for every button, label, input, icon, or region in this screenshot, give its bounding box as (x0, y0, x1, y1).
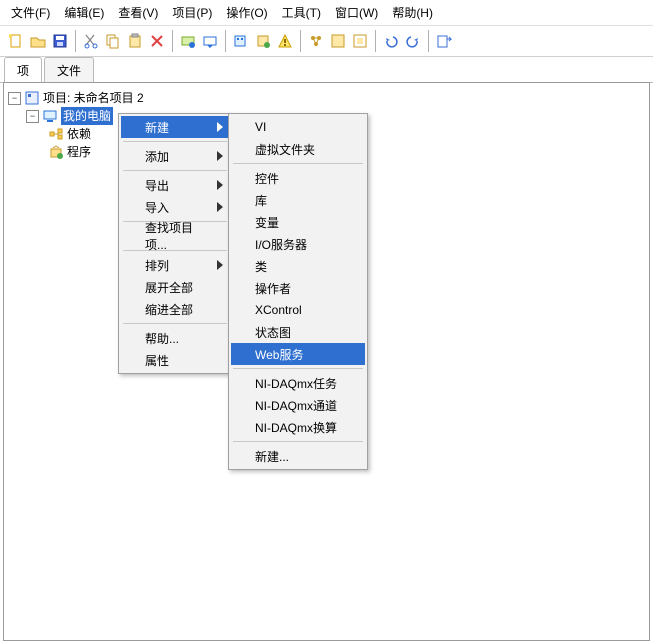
toolbar-btn-b[interactable] (200, 31, 220, 51)
menu-item[interactable]: 新建... (231, 445, 365, 467)
menu-bar: 文件(F) 编辑(E) 查看(V) 项目(P) 操作(O) 工具(T) 窗口(W… (0, 0, 653, 26)
menu-item[interactable]: 缩进全部 (121, 298, 229, 320)
delete-icon[interactable] (147, 31, 167, 51)
menu-item[interactable]: I/O服务器 (231, 233, 365, 255)
menu-project[interactable]: 项目(P) (165, 2, 219, 23)
warning-icon[interactable] (275, 31, 295, 51)
menu-item[interactable]: 变量 (231, 211, 365, 233)
menu-item[interactable]: 排列 (121, 254, 229, 276)
tree-root[interactable]: − 项目: 未命名项目 2 (8, 89, 645, 107)
menu-item[interactable]: 展开全部 (121, 276, 229, 298)
menu-item[interactable]: 查找项目项... (121, 225, 229, 247)
project-icon (24, 90, 40, 106)
menu-help[interactable]: 帮助(H) (385, 2, 440, 23)
menu-item[interactable]: 虚拟文件夹 (231, 138, 365, 160)
context-submenu-new[interactable]: VI虚拟文件夹控件库变量I/O服务器类操作者XControl状态图Web服务 NI… (228, 113, 368, 470)
menu-item[interactable]: 状态图 (231, 321, 365, 343)
save-icon[interactable] (50, 31, 70, 51)
toolbar-btn-a[interactable] (178, 31, 198, 51)
toolbar-btn-e[interactable] (306, 31, 326, 51)
new-icon[interactable] (6, 31, 26, 51)
menu-item[interactable]: 类 (231, 255, 365, 277)
tab-items[interactable]: 项 (4, 57, 42, 83)
toolbar-btn-g[interactable] (350, 31, 370, 51)
menu-item[interactable]: Web服务 (231, 343, 365, 365)
toolbar-btn-d[interactable] (253, 31, 273, 51)
tree-deps-label: 依赖 (67, 125, 91, 143)
deps-icon (48, 126, 64, 142)
paste-icon[interactable] (125, 31, 145, 51)
collapse-icon[interactable]: − (26, 110, 39, 123)
menu-item[interactable]: 库 (231, 189, 365, 211)
menu-item[interactable]: 属性 (121, 349, 229, 371)
menu-item[interactable]: 新建 (121, 116, 229, 138)
cut-icon[interactable] (81, 31, 101, 51)
tab-files[interactable]: 文件 (44, 57, 94, 83)
undo-icon[interactable] (381, 31, 401, 51)
computer-icon (42, 108, 58, 124)
copy-icon[interactable] (103, 31, 123, 51)
menu-file[interactable]: 文件(F) (4, 2, 57, 23)
menu-item[interactable]: 操作者 (231, 277, 365, 299)
menu-item[interactable]: NI-DAQmx任务 (231, 372, 365, 394)
menu-item[interactable]: XControl (231, 299, 365, 321)
context-menu[interactable]: 新建添加导出导入查找项目项... 排列展开全部缩进全部帮助...属性 (118, 113, 232, 374)
menu-operate[interactable]: 操作(O) (219, 2, 274, 23)
menu-item[interactable]: 导入 (121, 196, 229, 218)
build-icon (48, 144, 64, 160)
menu-item[interactable]: VI (231, 116, 365, 138)
tree-my-computer-label: 我的电脑 (61, 107, 113, 125)
tree-build-label: 程序 (67, 143, 91, 161)
toolbar-btn-c[interactable] (231, 31, 251, 51)
toolbar-btn-f[interactable] (328, 31, 348, 51)
menu-item[interactable]: NI-DAQmx换算 (231, 416, 365, 438)
toolbar-btn-h[interactable] (434, 31, 454, 51)
open-icon[interactable] (28, 31, 48, 51)
menu-item[interactable]: NI-DAQmx通道 (231, 394, 365, 416)
menu-item[interactable]: 导出 (121, 174, 229, 196)
menu-edit[interactable]: 编辑(E) (57, 2, 111, 23)
tree-root-label: 项目: 未命名项目 2 (43, 89, 144, 107)
menu-item[interactable]: 添加 (121, 145, 229, 167)
menu-item[interactable]: 控件 (231, 167, 365, 189)
menu-view[interactable]: 查看(V) (111, 2, 165, 23)
redo-icon[interactable] (403, 31, 423, 51)
menu-item[interactable]: 帮助... (121, 327, 229, 349)
toolbar (0, 26, 653, 57)
menu-tools[interactable]: 工具(T) (275, 2, 328, 23)
tab-strip: 项 文件 (0, 57, 653, 83)
collapse-icon[interactable]: − (8, 92, 21, 105)
menu-window[interactable]: 窗口(W) (328, 2, 385, 23)
